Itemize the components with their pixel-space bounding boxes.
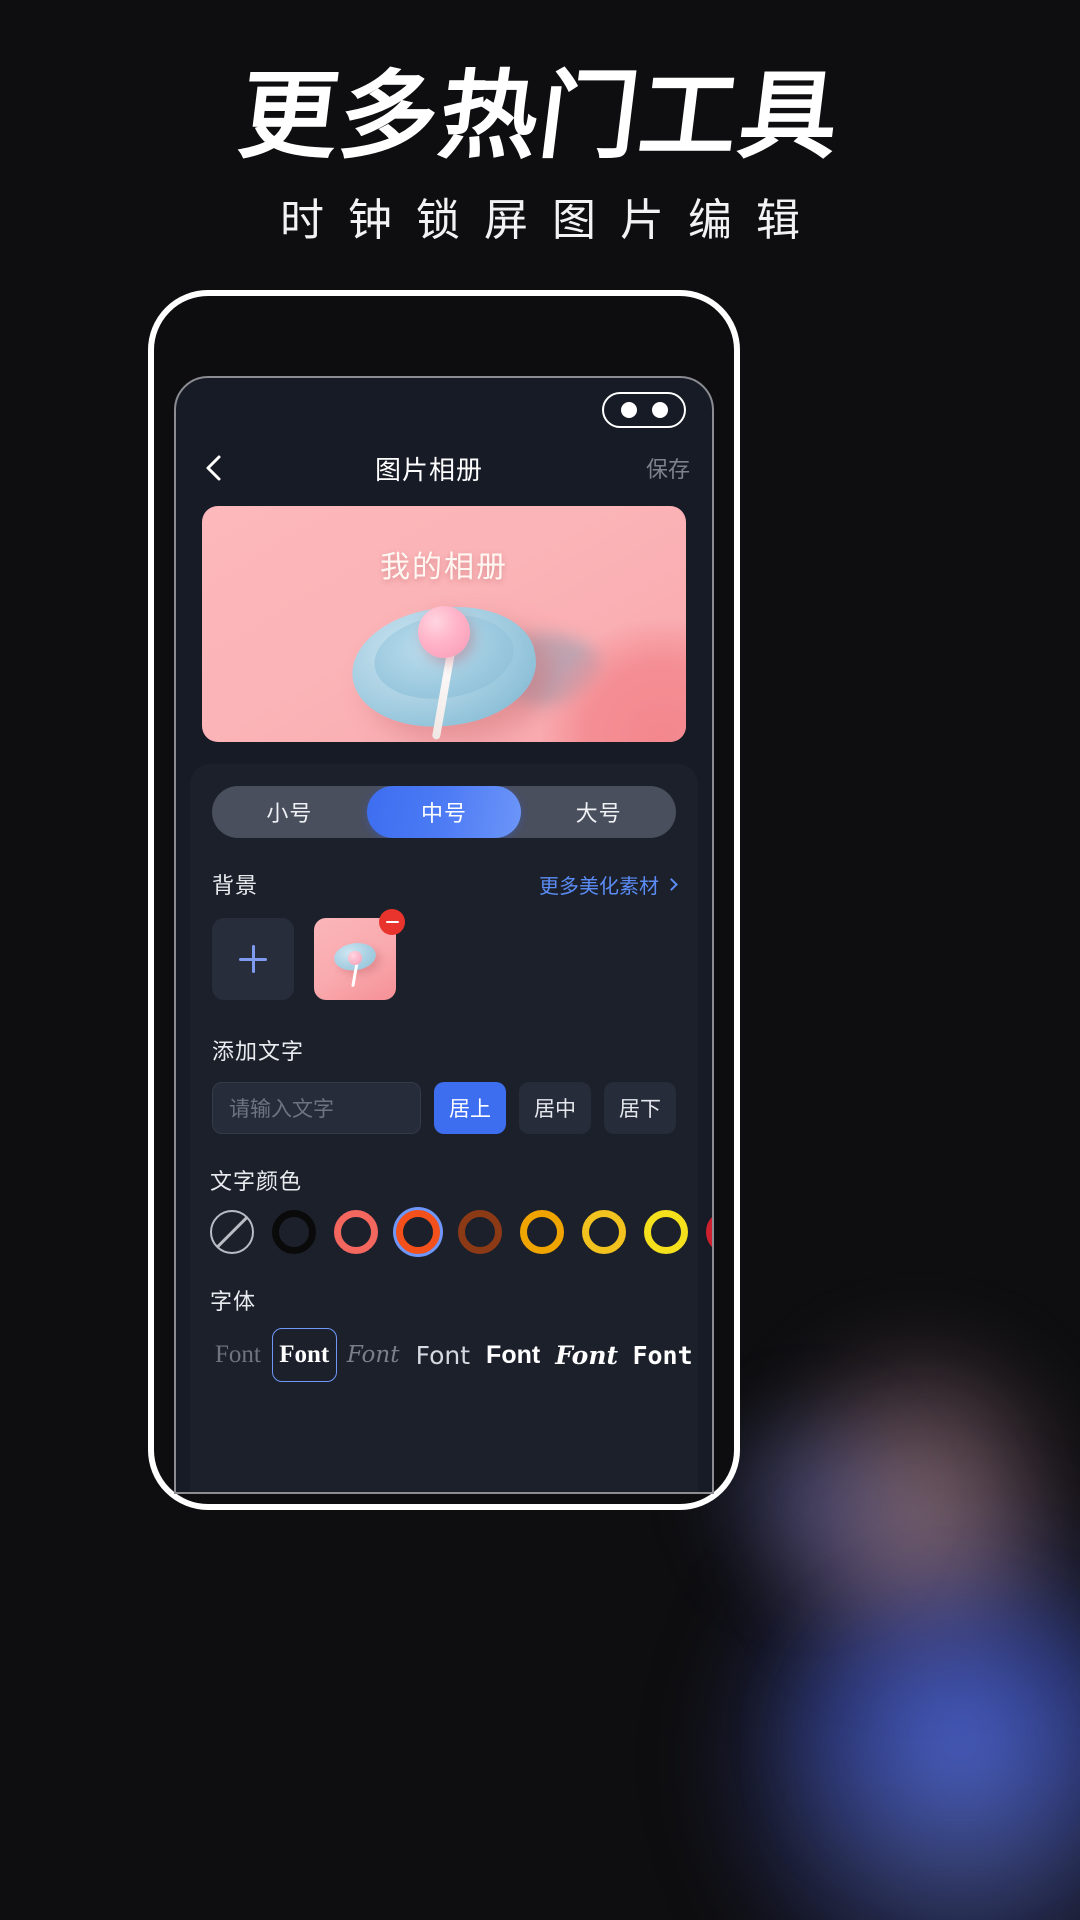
color-swatch-salmon[interactable] (334, 1210, 378, 1254)
size-option-large[interactable]: 大号 (521, 786, 676, 838)
more-materials-link[interactable]: 更多美化素材 (539, 870, 678, 899)
text-input-row: 请输入文字 居上 居中 居下 (190, 1066, 698, 1134)
preview-card-title: 我的相册 (380, 551, 508, 584)
remove-background-button[interactable] (379, 909, 405, 935)
align-top-button[interactable]: 居上 (434, 1082, 506, 1134)
phone-mockup-frame: 图片相册 保存 我的相册 小号 中号 大号 背景 更多美化素材 添加文字 请输入… (148, 290, 740, 1510)
font-option-2[interactable]: Font (341, 1328, 406, 1382)
background-label: 背景 (212, 873, 259, 898)
font-option-0[interactable]: Font (208, 1328, 268, 1382)
page-title: 图片相册 (374, 454, 483, 485)
dual-camera-pill-icon (602, 392, 686, 428)
size-option-small[interactable]: 小号 (212, 786, 367, 838)
size-segmented-control[interactable]: 小号 中号 大号 (212, 786, 676, 838)
font-section-header: 字体 (190, 1284, 698, 1316)
promo-screenshot: 更多热门工具 时钟锁屏图片编辑 图片相册 保存 我的相册 小号 中号 大号 背景… (0, 0, 1080, 1920)
background-section-header: 背景 更多美化素材 (190, 868, 698, 900)
add-text-label: 添加文字 (212, 1039, 305, 1064)
more-materials-label: 更多美化素材 (539, 875, 659, 898)
phone-screen: 图片相册 保存 我的相册 小号 中号 大号 背景 更多美化素材 添加文字 请输入… (174, 376, 714, 1494)
color-swatch-brown[interactable] (458, 1210, 502, 1254)
color-swatch-orange-red[interactable] (396, 1210, 440, 1254)
text-color-label: 文字颜色 (210, 1169, 303, 1194)
text-color-section-header: 文字颜色 (190, 1164, 698, 1196)
color-swatch-black[interactable] (272, 1210, 316, 1254)
color-swatch-crimson[interactable] (706, 1210, 712, 1254)
add-background-button[interactable] (212, 918, 294, 1000)
promo-headline: 更多热门工具 (233, 60, 847, 172)
font-option-3[interactable]: Font (410, 1328, 476, 1382)
font-option-list: Font Font Font Font Font Font Font (190, 1316, 698, 1382)
preview-area: 我的相册 (176, 506, 712, 742)
font-option-4[interactable]: Font (480, 1328, 546, 1382)
font-option-5[interactable]: Font (550, 1328, 623, 1382)
album-preview-card[interactable]: 我的相册 (202, 506, 686, 742)
chevron-right-icon (665, 877, 678, 891)
text-color-swatches (190, 1196, 712, 1254)
save-button[interactable]: 保存 (626, 452, 690, 484)
editor-panel: 小号 中号 大号 背景 更多美化素材 添加文字 请输入文字 居上 居中 居下 文… (190, 764, 712, 1492)
font-option-6[interactable]: Font (627, 1328, 698, 1382)
background-thumbnail[interactable] (314, 909, 405, 1000)
lollipop-candy (418, 606, 470, 658)
color-swatch-amber[interactable] (520, 1210, 564, 1254)
color-swatch-yellow[interactable] (644, 1210, 688, 1254)
color-swatch-none[interactable] (210, 1210, 254, 1254)
app-navbar: 图片相册 保存 (176, 440, 712, 496)
font-label: 字体 (210, 1289, 257, 1314)
font-option-1[interactable]: Font (271, 1328, 337, 1382)
promo-subline: 时钟锁屏图片编辑 (280, 196, 824, 245)
color-swatch-gold[interactable] (582, 1210, 626, 1254)
background-thumbnail-list (190, 900, 698, 1000)
size-option-medium[interactable]: 中号 (366, 786, 522, 838)
chevron-left-icon[interactable] (198, 451, 232, 485)
text-input[interactable]: 请输入文字 (212, 1082, 421, 1134)
add-text-section-header: 添加文字 (190, 1034, 698, 1066)
align-middle-button[interactable]: 居中 (519, 1082, 591, 1134)
size-selector-wrap: 小号 中号 大号 (190, 764, 698, 838)
minus-icon (385, 920, 399, 924)
align-bottom-button[interactable]: 居下 (604, 1082, 676, 1134)
corner-highlight (542, 620, 686, 742)
